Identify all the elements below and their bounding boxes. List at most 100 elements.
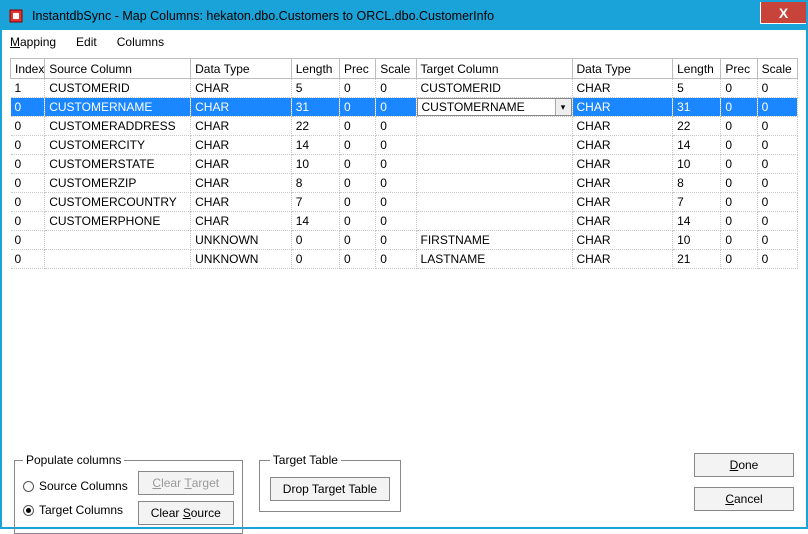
menu-columns[interactable]: Columns xyxy=(117,35,164,49)
cell[interactable]: 22 xyxy=(673,117,721,136)
cell[interactable]: 0 xyxy=(376,98,416,117)
cell[interactable]: CHAR xyxy=(191,98,292,117)
table-row[interactable]: 0CUSTOMERSTATECHAR1000CHAR1000 xyxy=(11,155,798,174)
cell[interactable]: CUSTOMERZIP xyxy=(45,174,191,193)
table-row[interactable]: 0CUSTOMERNAMECHAR3100CUSTOMERNAME▾CUSTOM… xyxy=(11,98,798,117)
cell[interactable]: 0 xyxy=(757,250,797,269)
cell[interactable]: CHAR xyxy=(191,155,292,174)
cell[interactable]: 22 xyxy=(291,117,339,136)
hdr-prec-tgt[interactable]: Prec xyxy=(721,59,757,79)
cell[interactable]: CHAR xyxy=(572,250,673,269)
cell[interactable]: CUSTOMERCOUNTRY xyxy=(45,193,191,212)
cell[interactable]: 0 xyxy=(757,155,797,174)
cell[interactable]: UNKNOWN xyxy=(191,250,292,269)
cell[interactable]: 0 xyxy=(376,174,416,193)
clear-target-button[interactable]: Clear Target xyxy=(138,471,234,495)
cell[interactable]: 0 xyxy=(757,231,797,250)
hdr-length-src[interactable]: Length xyxy=(291,59,339,79)
cell[interactable]: 0 xyxy=(11,174,45,193)
cell[interactable]: CHAR xyxy=(191,79,292,98)
done-button[interactable]: Done xyxy=(694,453,794,477)
cell[interactable]: CUSTOMERNAME▾CUSTOMERCOUNTRYCUSTOMERIDCU… xyxy=(416,98,572,117)
hdr-scale-src[interactable]: Scale xyxy=(376,59,416,79)
cell[interactable]: 0 xyxy=(757,98,797,117)
cell[interactable]: CHAR xyxy=(191,136,292,155)
radio-target-columns[interactable]: Target Columns xyxy=(23,499,128,521)
target-column-combo[interactable]: CUSTOMERNAME▾ xyxy=(417,98,572,116)
cell[interactable]: CUSTOMERADDRESS xyxy=(45,117,191,136)
hdr-length-tgt[interactable]: Length xyxy=(673,59,721,79)
cell[interactable]: 0 xyxy=(757,136,797,155)
cell[interactable]: CUSTOMERPHONE xyxy=(45,212,191,231)
cell[interactable]: 0 xyxy=(11,193,45,212)
cell[interactable]: LASTNAME xyxy=(416,250,572,269)
table-row[interactable]: 1CUSTOMERIDCHAR500CUSTOMERIDCHAR500 xyxy=(11,79,798,98)
cell[interactable]: 0 xyxy=(721,193,757,212)
cell[interactable]: 0 xyxy=(376,155,416,174)
cell[interactable]: CHAR xyxy=(572,79,673,98)
cell[interactable]: 0 xyxy=(340,174,376,193)
cell[interactable]: CHAR xyxy=(572,155,673,174)
cell[interactable]: 0 xyxy=(757,79,797,98)
cell[interactable] xyxy=(416,117,572,136)
cell[interactable]: 14 xyxy=(673,212,721,231)
cell[interactable]: 5 xyxy=(673,79,721,98)
cell[interactable]: 14 xyxy=(291,212,339,231)
cell[interactable]: 0 xyxy=(340,193,376,212)
mapping-grid[interactable]: Index Source Column Data Type Length Pre… xyxy=(10,58,798,269)
cell[interactable]: CHAR xyxy=(191,117,292,136)
cell[interactable]: CUSTOMERCITY xyxy=(45,136,191,155)
cell[interactable]: 0 xyxy=(11,155,45,174)
cell[interactable]: 0 xyxy=(291,250,339,269)
cell[interactable]: 0 xyxy=(340,79,376,98)
cell[interactable]: 0 xyxy=(11,212,45,231)
cell[interactable]: 1 xyxy=(11,79,45,98)
cell[interactable]: 0 xyxy=(376,79,416,98)
table-row[interactable]: 0CUSTOMERADDRESSCHAR2200CHAR2200 xyxy=(11,117,798,136)
cell[interactable]: 7 xyxy=(673,193,721,212)
cell[interactable]: CHAR xyxy=(572,212,673,231)
cell[interactable]: 0 xyxy=(721,250,757,269)
cell[interactable]: 0 xyxy=(376,117,416,136)
cell[interactable] xyxy=(416,212,572,231)
cell[interactable]: 31 xyxy=(673,98,721,117)
cell[interactable]: 0 xyxy=(721,79,757,98)
cell[interactable] xyxy=(416,174,572,193)
cell[interactable]: CHAR xyxy=(572,231,673,250)
cell[interactable]: 0 xyxy=(721,174,757,193)
hdr-scale-tgt[interactable]: Scale xyxy=(757,59,797,79)
cell[interactable]: 5 xyxy=(291,79,339,98)
chevron-down-icon[interactable]: ▾ xyxy=(555,99,571,115)
cell[interactable]: 0 xyxy=(757,193,797,212)
close-button[interactable]: X xyxy=(760,2,806,24)
drop-target-table-button[interactable]: Drop Target Table xyxy=(270,477,390,501)
cell[interactable]: 14 xyxy=(291,136,339,155)
cell[interactable]: CUSTOMERSTATE xyxy=(45,155,191,174)
cell[interactable]: CHAR xyxy=(191,174,292,193)
cell[interactable]: 8 xyxy=(673,174,721,193)
hdr-prec-src[interactable]: Prec xyxy=(340,59,376,79)
cell[interactable]: 0 xyxy=(721,98,757,117)
cell[interactable]: 0 xyxy=(340,155,376,174)
menu-mapping[interactable]: Mapping xyxy=(10,35,56,49)
cell[interactable]: CHAR xyxy=(572,117,673,136)
hdr-datatype-src[interactable]: Data Type xyxy=(191,59,292,79)
cell[interactable]: 0 xyxy=(11,98,45,117)
cell[interactable]: 0 xyxy=(721,117,757,136)
cell[interactable]: CHAR xyxy=(572,174,673,193)
cell[interactable]: UNKNOWN xyxy=(191,231,292,250)
cell[interactable]: 0 xyxy=(340,212,376,231)
cell[interactable]: CUSTOMERID xyxy=(45,79,191,98)
cell[interactable]: 14 xyxy=(673,136,721,155)
cell[interactable]: 0 xyxy=(376,250,416,269)
cell[interactable]: CUSTOMERNAME xyxy=(45,98,191,117)
cell[interactable]: CHAR xyxy=(572,136,673,155)
cell[interactable]: 8 xyxy=(291,174,339,193)
cell[interactable]: 10 xyxy=(291,155,339,174)
clear-source-button[interactable]: Clear Source xyxy=(138,501,234,525)
cell[interactable]: CHAR xyxy=(191,193,292,212)
table-row[interactable]: 0CUSTOMERCITYCHAR1400CHAR1400 xyxy=(11,136,798,155)
cancel-button[interactable]: Cancel xyxy=(694,487,794,511)
cell[interactable]: 0 xyxy=(757,117,797,136)
hdr-source-column[interactable]: Source Column xyxy=(45,59,191,79)
